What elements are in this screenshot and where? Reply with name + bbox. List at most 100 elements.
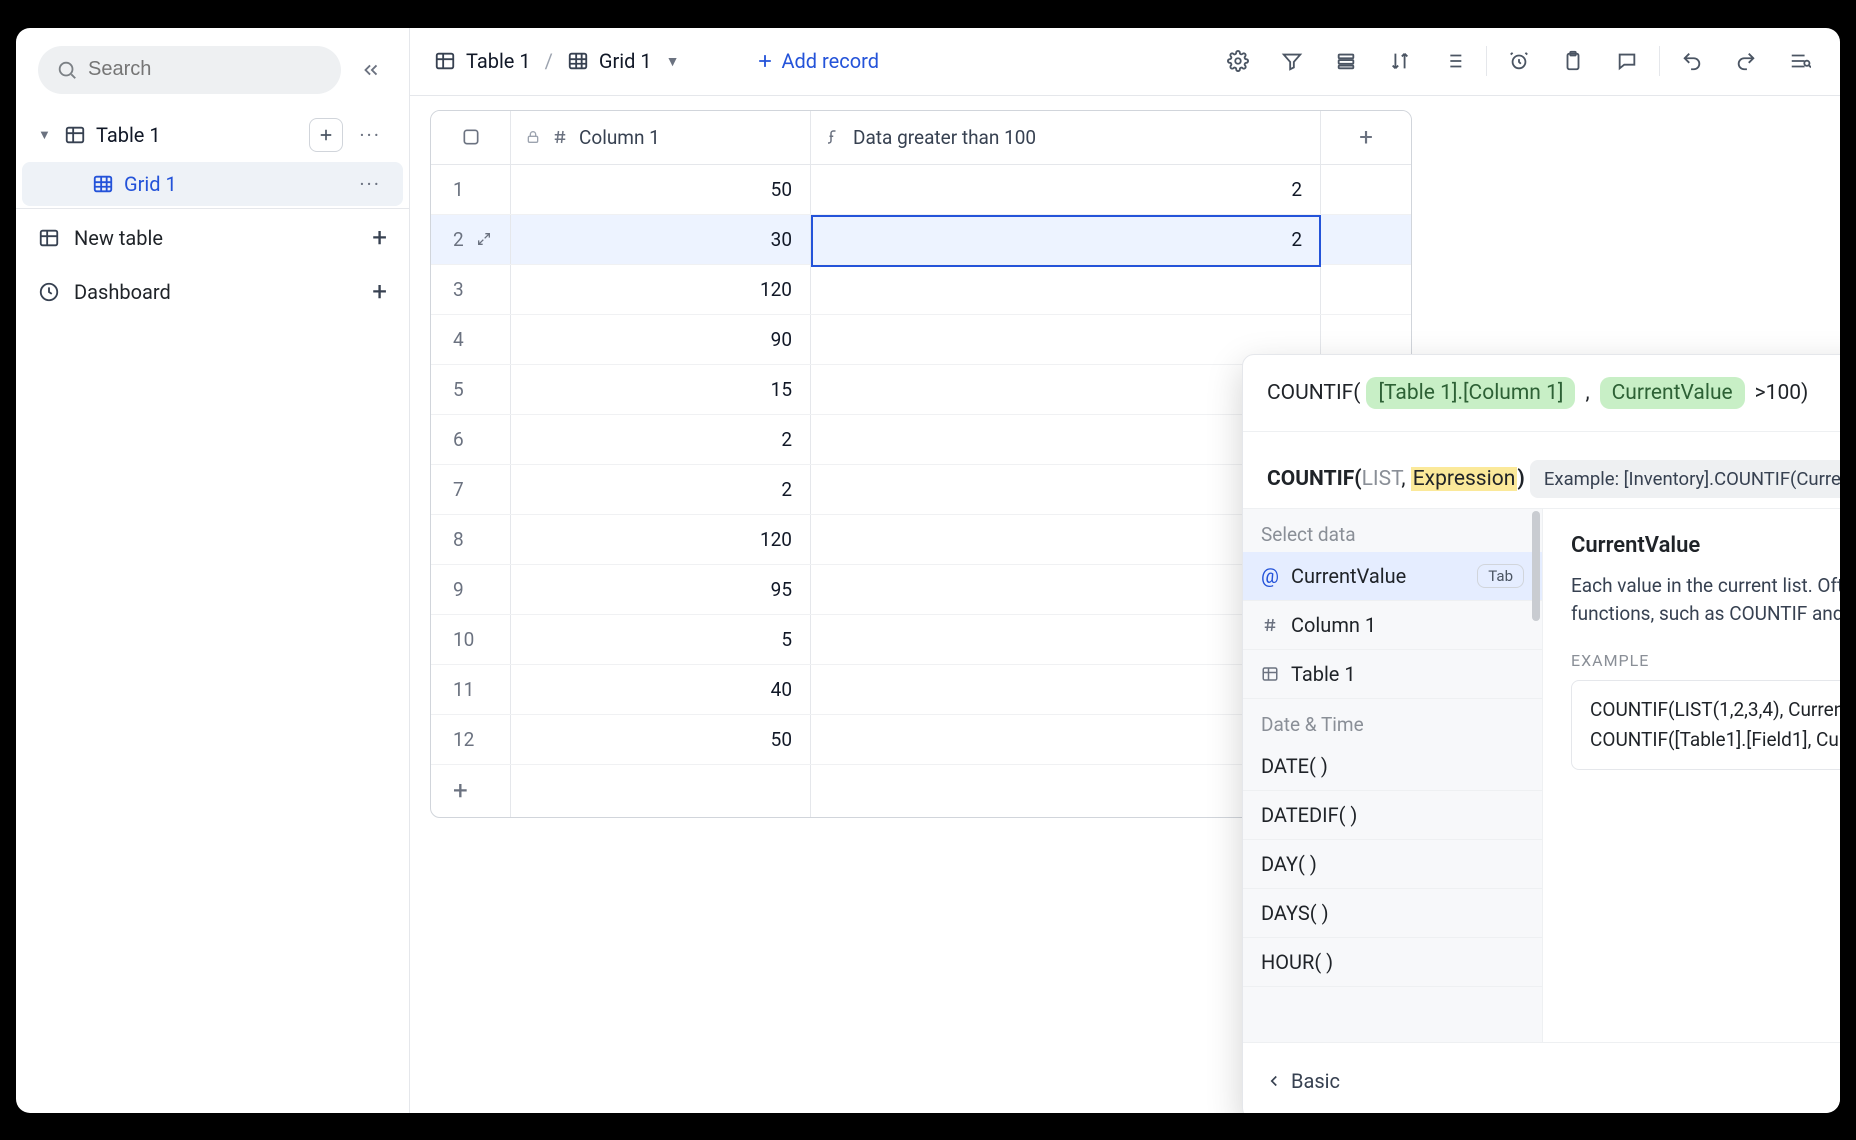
option-fn[interactable]: DAY( ) bbox=[1243, 840, 1542, 889]
cell-col1[interactable]: 120 bbox=[511, 515, 811, 564]
table-icon bbox=[64, 124, 86, 146]
filter-icon[interactable] bbox=[1276, 45, 1308, 77]
cell-col1[interactable]: 40 bbox=[511, 665, 811, 714]
option-column1[interactable]: Column 1 bbox=[1243, 601, 1542, 650]
back-button[interactable]: Basic bbox=[1265, 1069, 1340, 1093]
app-window: ▼ Table 1 ··· Grid 1 ··· bbox=[16, 28, 1840, 1113]
option-fn[interactable]: DAYS( ) bbox=[1243, 889, 1542, 938]
column-header-1[interactable]: Column 1 bbox=[511, 111, 811, 164]
formula-input[interactable]: COUNTIF( [Table 1].[Column 1] , CurrentV… bbox=[1243, 355, 1840, 431]
tree-table-label: Table 1 bbox=[96, 123, 299, 147]
grid-area: Column 1 Data greater than 100 + 1502230… bbox=[410, 96, 1840, 818]
table-more-icon[interactable]: ··· bbox=[353, 123, 387, 147]
option-currentvalue[interactable]: @ CurrentValue Tab bbox=[1243, 552, 1542, 601]
scrollbar-thumb[interactable] bbox=[1532, 511, 1540, 621]
toolbar: Table 1 / Grid 1 ▼ Add record bbox=[410, 28, 1840, 96]
grid-view-icon bbox=[567, 50, 589, 72]
table-row[interactable]: 3120 bbox=[431, 265, 1411, 315]
tree-table-row[interactable]: ▼ Table 1 ··· bbox=[22, 108, 403, 162]
option-table1[interactable]: Table 1 bbox=[1243, 650, 1542, 699]
find-icon[interactable] bbox=[1784, 45, 1816, 77]
dashboard-label: Dashboard bbox=[74, 280, 171, 304]
cell-col1[interactable]: 2 bbox=[511, 415, 811, 464]
sidebar: ▼ Table 1 ··· Grid 1 ··· bbox=[16, 28, 410, 1113]
row-index: 12 bbox=[431, 715, 511, 764]
comment-icon[interactable] bbox=[1611, 45, 1643, 77]
hash-icon bbox=[551, 128, 569, 146]
add-view-button[interactable] bbox=[309, 118, 343, 152]
add-record-button[interactable]: Add record bbox=[755, 49, 879, 73]
cell-col1[interactable]: 50 bbox=[511, 715, 811, 764]
grid-view-icon bbox=[92, 173, 114, 195]
section-date-time: Date & Time bbox=[1243, 699, 1542, 742]
cell-col1[interactable]: 15 bbox=[511, 365, 811, 414]
column-header-2[interactable]: Data greater than 100 bbox=[811, 111, 1321, 164]
row-index: 11 bbox=[431, 665, 511, 714]
row-index: 10 bbox=[431, 615, 511, 664]
cell-col1[interactable]: 90 bbox=[511, 315, 811, 364]
toolbar-group-3 bbox=[1676, 45, 1816, 77]
toolbar-group-2 bbox=[1503, 45, 1643, 77]
lock-icon bbox=[525, 129, 541, 145]
cell-col2[interactable]: 2 bbox=[811, 165, 1321, 214]
dashboard-button[interactable]: Dashboard + bbox=[16, 265, 409, 319]
settings-icon[interactable] bbox=[1222, 45, 1254, 77]
view-more-icon[interactable]: ··· bbox=[353, 172, 387, 196]
option-fn[interactable]: DATEDIF( ) bbox=[1243, 791, 1542, 840]
crumb-table[interactable]: Table 1 bbox=[466, 49, 531, 73]
divider bbox=[16, 208, 409, 209]
table-tree: ▼ Table 1 ··· Grid 1 ··· bbox=[16, 104, 409, 206]
cell-col1[interactable]: 120 bbox=[511, 265, 811, 314]
search-input-wrap[interactable] bbox=[38, 46, 341, 94]
chevron-left-icon bbox=[1265, 1072, 1283, 1090]
option-fn[interactable]: HOUR( ) bbox=[1243, 938, 1542, 987]
cell-col1[interactable]: 95 bbox=[511, 565, 811, 614]
row-height-icon[interactable] bbox=[1438, 45, 1470, 77]
toolbar-group-1 bbox=[1222, 45, 1470, 77]
formula-icon bbox=[825, 128, 843, 146]
sort-icon[interactable] bbox=[1384, 45, 1416, 77]
search-icon bbox=[56, 59, 78, 81]
main: Table 1 / Grid 1 ▼ Add record bbox=[410, 28, 1840, 1113]
suggestion-list[interactable]: Select data @ CurrentValue Tab Column 1 bbox=[1243, 509, 1543, 1042]
reminder-icon[interactable] bbox=[1503, 45, 1535, 77]
view-switcher[interactable]: Grid 1 ▼ bbox=[567, 49, 680, 73]
row-index: 4 bbox=[431, 315, 511, 364]
token-currentvalue: CurrentValue bbox=[1600, 377, 1745, 409]
option-fn[interactable]: DATE( ) bbox=[1243, 742, 1542, 791]
detail-title: CurrentValue bbox=[1571, 533, 1840, 558]
select-all-checkbox[interactable] bbox=[431, 111, 511, 164]
formula-signature: COUNTIF(LIST, Expression) Example: [Inve… bbox=[1243, 431, 1840, 508]
dashboard-icon bbox=[38, 281, 60, 303]
table-row[interactable]: 2302 bbox=[431, 215, 1411, 265]
suggestion-detail: CurrentValue Each value in the current l… bbox=[1543, 509, 1840, 1042]
cell-col1[interactable]: 50 bbox=[511, 165, 811, 214]
cell-col2[interactable] bbox=[811, 315, 1321, 364]
tree-view-row[interactable]: Grid 1 ··· bbox=[22, 162, 403, 206]
undo-icon[interactable] bbox=[1676, 45, 1708, 77]
at-icon: @ bbox=[1261, 564, 1279, 588]
example-code: COUNTIF(LIST(1,2,3,4), CurrentValue > 2)… bbox=[1571, 680, 1840, 771]
table-row[interactable]: 1502 bbox=[431, 165, 1411, 215]
redo-icon[interactable] bbox=[1730, 45, 1762, 77]
expand-row-icon[interactable] bbox=[476, 231, 492, 247]
add-column-button[interactable]: + bbox=[1321, 111, 1411, 164]
section-select-data: Select data bbox=[1243, 509, 1542, 552]
popover-footer: Basic Cancel Confirm bbox=[1243, 1042, 1840, 1113]
cell-col1[interactable]: 2 bbox=[511, 465, 811, 514]
clipboard-icon[interactable] bbox=[1557, 45, 1589, 77]
cell-col1[interactable]: 5 bbox=[511, 615, 811, 664]
new-table-button[interactable]: New table + bbox=[16, 211, 409, 265]
row-index: 5 bbox=[431, 365, 511, 414]
row-index: 6 bbox=[431, 415, 511, 464]
collapse-sidebar-icon[interactable] bbox=[355, 54, 387, 86]
row-index: 8 bbox=[431, 515, 511, 564]
group-icon[interactable] bbox=[1330, 45, 1362, 77]
cell-col2[interactable]: 2 bbox=[811, 215, 1321, 264]
plus-icon: + bbox=[372, 223, 387, 253]
plus-icon: + bbox=[372, 277, 387, 307]
cell-col1[interactable]: 30 bbox=[511, 215, 811, 264]
search-input[interactable] bbox=[88, 58, 323, 81]
table-icon bbox=[434, 50, 456, 72]
cell-col2[interactable] bbox=[811, 265, 1321, 314]
